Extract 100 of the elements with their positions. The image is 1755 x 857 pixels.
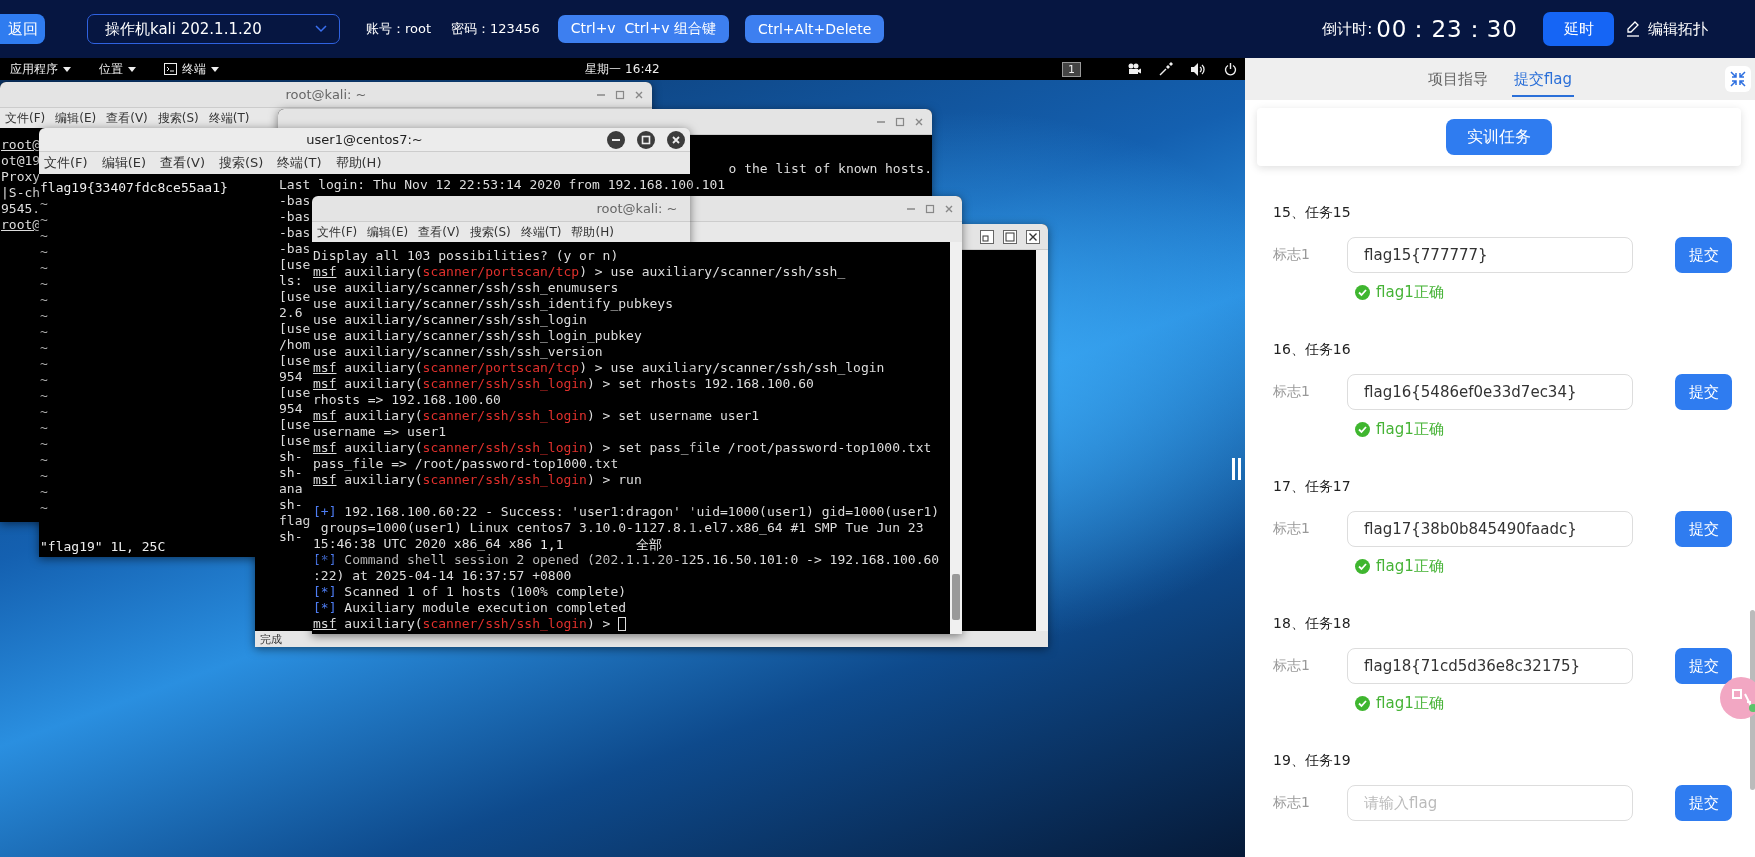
- terminal-line: use auxiliary/scanner/ssh/ssh_identify_pubkeys: [313, 296, 674, 312]
- terminal-line: sh-: [279, 529, 303, 545]
- submit-button[interactable]: 提交: [1675, 237, 1732, 273]
- terminal-line: ~: [40, 420, 48, 436]
- flag-input[interactable]: flag16{5486ef0e33d7ec34}: [1347, 374, 1633, 410]
- tab[interactable]: 项目指导: [1425, 61, 1490, 97]
- terminal-line: ~: [40, 388, 48, 404]
- terminal-line: ~: [40, 484, 48, 500]
- window-title: root@kali: ~: [596, 201, 678, 216]
- close-icon[interactable]: [1026, 229, 1040, 244]
- submit-button[interactable]: 提交: [1675, 648, 1732, 684]
- menu-item[interactable]: 搜索(S): [469, 223, 511, 241]
- menu-item[interactable]: 查看(V): [418, 223, 460, 241]
- submit-button[interactable]: 提交: [1675, 511, 1732, 547]
- power-icon: [1224, 62, 1237, 76]
- terminal-line: ~: [40, 500, 48, 516]
- translate-icon[interactable]: [1717, 676, 1755, 720]
- close-icon[interactable]: [667, 130, 685, 149]
- terminal-line: [use: [279, 289, 311, 305]
- terminal-line: ~: [40, 276, 48, 292]
- terminal-line: ~: [40, 260, 48, 276]
- terminal-line: ana: [279, 481, 303, 497]
- terminal-icon: [164, 63, 177, 75]
- menu-item[interactable]: 搜索(S): [219, 154, 264, 172]
- maximize-icon[interactable]: [637, 130, 655, 149]
- workspace-switcher[interactable]: 1: [1062, 61, 1081, 77]
- minimize-icon[interactable]: [607, 130, 625, 149]
- clock-text: 星期一 16:42: [585, 60, 660, 78]
- machine-select[interactable]: 操作机kali 202.1.1.20: [87, 14, 340, 44]
- countdown-timer: 00：23：30: [1376, 14, 1518, 44]
- menu-item[interactable]: 编辑(E): [367, 223, 409, 241]
- menu-item[interactable]: 文件(F): [317, 223, 358, 241]
- pencil-icon: [1626, 21, 1640, 37]
- menu-item[interactable]: 查看(V): [106, 109, 148, 127]
- scroll-position: 全部: [636, 538, 662, 552]
- tab[interactable]: 提交flag: [1511, 61, 1575, 97]
- terminal-line: use auxiliary/scanner/ssh/ssh_login: [313, 312, 587, 328]
- back-button[interactable]: 返回: [0, 14, 45, 44]
- window-title: user1@centos7:~: [306, 132, 423, 147]
- terminal-line: ~: [40, 340, 48, 356]
- menu-item[interactable]: 编辑(E): [101, 154, 146, 172]
- panel-menu[interactable]: 位置: [99, 60, 136, 78]
- scrollbar[interactable]: [950, 242, 962, 634]
- terminal-line: flag19{33407fdc8ce55aa1}: [40, 180, 228, 196]
- terminal-line: ~: [40, 212, 48, 227]
- terminal-line: sh-: [279, 497, 303, 513]
- caret-icon: [211, 66, 219, 72]
- terminal-line: msf auxiliary(scanner/ssh/ssh_login) >: [313, 616, 611, 632]
- terminal-line: -bas: [279, 193, 311, 209]
- terminal-line: [use: [279, 433, 311, 449]
- maximize-icon[interactable]: [1003, 229, 1017, 244]
- terminal-line: ot@19: [1, 153, 41, 169]
- menu-item[interactable]: 查看(V): [160, 154, 206, 172]
- extend-button[interactable]: 延时: [1543, 12, 1614, 46]
- scrollbar[interactable]: [1036, 250, 1048, 631]
- shortcut-button[interactable]: Ctrl+v Ctrl+v 组合键: [557, 15, 729, 43]
- terminal-line: Proxy: [1, 169, 41, 185]
- terminal-line: msf auxiliary(scanner/ssh/ssh_login) > set rhosts 192.168.100.60: [313, 376, 814, 392]
- menu-item[interactable]: 终端(T): [520, 223, 562, 241]
- caret-icon: [128, 66, 136, 72]
- terminal-line: rhosts => 192.168.100.60: [313, 392, 501, 408]
- task-title: 19、任务19: [1273, 751, 1352, 770]
- field-label: 标志1: [1273, 657, 1311, 675]
- terminal-line: [use: [279, 353, 311, 369]
- collapse-button[interactable]: [1725, 66, 1751, 92]
- terminal-line: ~: [40, 436, 48, 452]
- restore-icon[interactable]: [980, 229, 994, 244]
- terminal-line: 954: [279, 369, 303, 385]
- menu-item[interactable]: 文件(F): [44, 154, 88, 172]
- panel-menu[interactable]: 应用程序: [10, 60, 71, 78]
- menu-item[interactable]: 帮助(H): [571, 223, 614, 241]
- flag-input[interactable]: flag18{71cd5d36e8c32175}: [1347, 648, 1633, 684]
- terminal-line: use auxiliary/scanner/ssh/ssh_login_pubkey: [313, 328, 642, 344]
- terminal-line: ~: [40, 196, 48, 212]
- flag-input[interactable]: flag15{777777}: [1347, 237, 1633, 273]
- task-title: 16、任务16: [1273, 340, 1352, 359]
- training-task-button[interactable]: 实训任务: [1446, 119, 1552, 155]
- menu-item[interactable]: 终端(T): [277, 154, 322, 172]
- terminal-line: pass_file => /root/password-top1000.txt: [313, 456, 619, 472]
- terminal-line: ~: [40, 292, 48, 308]
- submit-button[interactable]: 提交: [1675, 374, 1732, 410]
- menu-item[interactable]: 文件(F): [5, 109, 46, 127]
- flag-input[interactable]: flag17{38b0b845490faadc}: [1347, 511, 1633, 547]
- result-text: flag1正确: [1376, 419, 1444, 439]
- drag-handle[interactable]: [1230, 458, 1242, 480]
- terminal-line: groups=1000(user1) Linux centos7 3.10.0-1127.8.1.el7.x86_64 #1 SMP Tue Jun 23: [319, 520, 924, 536]
- terminal-line: o the list of known hosts.: [728, 161, 932, 177]
- countdown-label: 倒计时:: [1322, 19, 1373, 39]
- menu-item[interactable]: 编辑(E): [55, 109, 97, 127]
- field-label: 标志1: [1273, 520, 1311, 538]
- terminal-line: msf auxiliary(scanner/portscan/tcp) > use auxiliary/scanner/ssh/ssh_login: [313, 360, 885, 376]
- flag-input[interactable]: 请输入flag: [1347, 785, 1633, 821]
- menu-item[interactable]: 终端(T): [208, 109, 250, 127]
- panel-menu[interactable]: 终端: [164, 60, 219, 78]
- menu-item[interactable]: 帮助(H): [335, 154, 382, 172]
- submit-button[interactable]: 提交: [1675, 785, 1732, 821]
- menu-item[interactable]: 搜索(S): [157, 109, 199, 127]
- terminal-line: 2.6: [279, 305, 303, 321]
- shortcut-button[interactable]: Ctrl+Alt+Delete: [744, 15, 885, 43]
- edit-topology-button[interactable]: 编辑拓扑: [1626, 19, 1708, 39]
